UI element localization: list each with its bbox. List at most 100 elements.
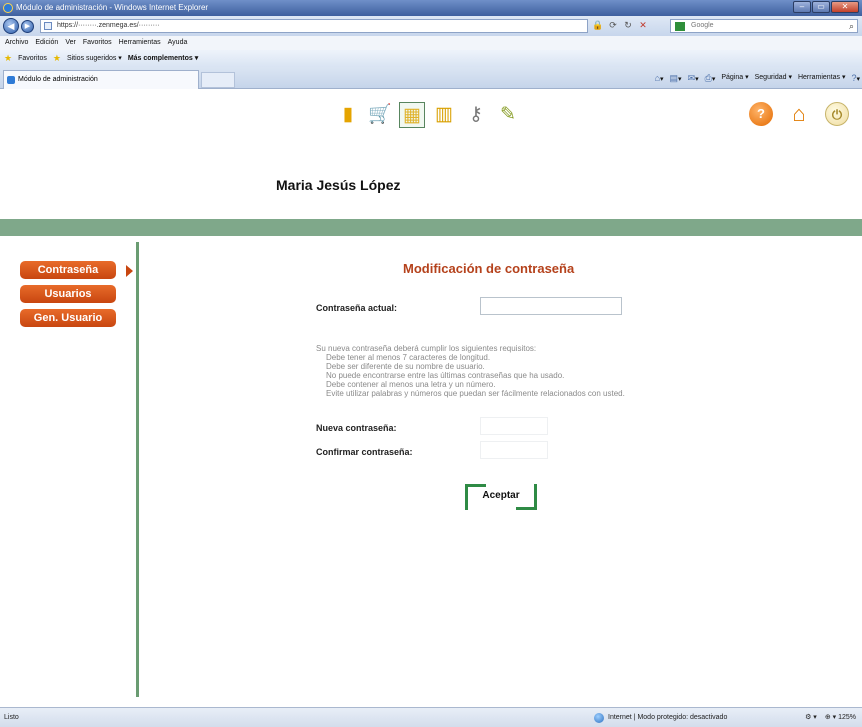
edit-icon[interactable]: ✎ — [495, 102, 521, 128]
status-right: ⚙ ▾ ⊕ ▾ 125% — [805, 708, 856, 727]
active-item-arrow-icon — [126, 265, 133, 277]
new-tab-button[interactable] — [201, 72, 235, 88]
page-icon — [44, 22, 52, 30]
refresh-icon[interactable]: ↻ — [622, 19, 634, 32]
mail-icon: ✉ — [687, 73, 696, 83]
current-password-label: Contraseña actual: — [316, 303, 398, 313]
requirement-item: Evite utilizar palabras y números que pu… — [326, 389, 625, 398]
sidebar-item-gen-usuario[interactable]: Gen. Usuario — [20, 309, 116, 327]
close-button[interactable]: ✕ — [831, 1, 859, 13]
home-command[interactable]: ⌂▾ — [655, 71, 664, 87]
print-icon: ⎙ — [704, 73, 712, 83]
address-row: ◀ ▶ https://········.zenmega.es/········… — [0, 16, 862, 36]
keys-icon[interactable]: ⚷ — [463, 102, 489, 128]
back-button[interactable]: ◀ — [3, 18, 19, 34]
requirement-item: Debe tener al menos 7 caracteres de long… — [326, 353, 491, 362]
mail-command[interactable]: ✉▾ — [688, 71, 699, 87]
favorites-bar: ★ Favoritos ★ Sitios sugeridos ▾ Más com… — [0, 50, 862, 67]
feeds-icon: ▤ — [669, 73, 679, 83]
help-dropdown: ▾ — [856, 76, 860, 83]
print-command[interactable]: ⎙▾ — [705, 71, 716, 87]
forward-button[interactable]: ▶ — [21, 20, 34, 33]
requirement-item: No puede encontrarse entre las últimas c… — [326, 371, 565, 380]
security-zone-label: Internet | Modo protegido: desactivado — [608, 714, 728, 721]
security-zone[interactable]: Internet | Modo protegido: desactivado — [594, 708, 727, 727]
print-dropdown: ▾ — [711, 76, 716, 83]
tab-title: Módulo de administración — [18, 76, 98, 83]
minimize-button[interactable]: – — [793, 1, 811, 13]
status-text: Listo — [4, 714, 19, 721]
requirements-intro: Su nueva contraseña deberá cumplir los s… — [316, 344, 537, 353]
search-icon[interactable]: ⌕ — [849, 20, 854, 32]
confirm-password-input[interactable] — [480, 441, 548, 459]
users-module-icon[interactable]: ▦ — [399, 102, 425, 128]
safety-menu[interactable]: Seguridad ▾ — [755, 71, 792, 87]
favorites-star-icon: ★ — [4, 53, 13, 63]
stop-icon[interactable]: ✕ — [637, 19, 649, 32]
browser-window: Módulo de administración - Windows Inter… — [0, 0, 862, 727]
home-button-icon[interactable]: ⌂ — [787, 102, 811, 126]
zoom-level: 125% — [838, 714, 856, 721]
requirement-item: Debe contener al menos una letra y un nú… — [326, 380, 496, 389]
search-provider-label: Google — [691, 22, 714, 29]
page-content: ▮ 🛒 ▦ ▥ ⚷ ✎ ? ⌂ ⏻ Maria Jesús López Cont… — [0, 89, 862, 707]
command-bar: ⌂▾ ▤▾ ✉▾ ⎙▾ Página ▾ Seguridad ▾ Herrami… — [655, 71, 860, 87]
more-addons-link[interactable]: Más complementos ▾ — [128, 50, 198, 67]
logout-button-icon[interactable]: ⏻ — [825, 102, 849, 126]
menu-herramientas[interactable]: Herramientas — [119, 36, 161, 50]
search-input[interactable]: Google ⌕ — [670, 19, 858, 33]
sidebar-divider — [136, 242, 139, 697]
window-title: Módulo de administración - Windows Inter… — [16, 3, 209, 12]
notebook-icon[interactable]: ▮ — [335, 102, 361, 128]
home-dropdown: ▾ — [660, 76, 664, 83]
address-tools: 🔒 ⟳ ↻ ✕ — [592, 19, 649, 32]
user-name: Maria Jesús López — [276, 177, 401, 193]
page-menu[interactable]: Página ▾ — [721, 71, 748, 87]
menu-favoritos[interactable]: Favoritos — [83, 36, 112, 50]
requirement-item: Debe ser diferente de su nombre de usuar… — [326, 362, 485, 371]
lock-icon[interactable]: 🔒 — [592, 19, 604, 32]
compat-view-icon[interactable]: ⟳ — [607, 19, 619, 32]
zoom-control[interactable]: ⊕ ▾ 125% — [825, 708, 856, 727]
folder-icon[interactable]: ▥ — [431, 102, 457, 128]
search-provider-icon — [675, 22, 685, 31]
suggested-sites-link[interactable]: Sitios sugeridos ▾ — [67, 50, 122, 67]
status-bar: Listo Internet | Modo protegido: desacti… — [0, 707, 862, 727]
zoom-icon: ⊕ ▾ — [824, 714, 837, 721]
header-band — [0, 219, 862, 236]
window-controls: – ▭ ✕ — [793, 1, 859, 13]
sidebar-item-contrasena[interactable]: Contraseña — [20, 261, 116, 279]
help-command[interactable]: ?▾ — [851, 71, 860, 87]
add-favorite-icon[interactable]: ★ — [53, 50, 61, 67]
favorites-button[interactable]: Favoritos — [18, 50, 47, 67]
menu-ayuda[interactable]: Ayuda — [168, 36, 188, 50]
tools-menu[interactable]: Herramientas ▾ — [798, 71, 845, 87]
confirm-password-label: Confirmar contraseña: — [316, 447, 413, 457]
menu-bar: Archivo Edición Ver Favoritos Herramient… — [0, 36, 862, 50]
tab-admin-module[interactable]: Módulo de administración — [3, 70, 199, 89]
tab-favicon-icon — [7, 76, 15, 84]
maximize-button[interactable]: ▭ — [812, 1, 830, 13]
cart-icon[interactable]: 🛒 — [367, 102, 393, 128]
title-bar: Módulo de administración - Windows Inter… — [0, 0, 862, 16]
form-title: Modificación de contraseña — [403, 261, 575, 276]
menu-ver[interactable]: Ver — [65, 36, 76, 50]
feeds-dropdown: ▾ — [678, 76, 682, 83]
accept-button[interactable]: Aceptar — [472, 487, 530, 505]
current-password-input[interactable] — [480, 297, 622, 315]
mail-dropdown: ▾ — [695, 76, 699, 83]
sidebar-item-usuarios[interactable]: Usuarios — [20, 285, 116, 303]
password-requirements: Su nueva contraseña deberá cumplir los s… — [316, 344, 625, 398]
menu-edicion[interactable]: Edición — [35, 36, 58, 50]
address-url: https://········.zenmega.es/········· — [57, 22, 160, 29]
new-password-label: Nueva contraseña: — [316, 423, 397, 433]
menu-archivo[interactable]: Archivo — [5, 36, 28, 50]
settings-dropdown[interactable]: ⚙ ▾ — [805, 708, 817, 727]
address-bar[interactable]: https://········.zenmega.es/········· — [40, 19, 588, 33]
module-toolbar: ▮ 🛒 ▦ ▥ ⚷ ✎ — [335, 102, 521, 128]
tab-row: Módulo de administración ⌂▾ ▤▾ ✉▾ ⎙▾ Pág… — [0, 67, 862, 89]
help-button-icon[interactable]: ? — [749, 102, 773, 126]
feeds-command[interactable]: ▤▾ — [670, 71, 682, 87]
ie-logo-icon — [3, 3, 13, 13]
new-password-input[interactable] — [480, 417, 548, 435]
